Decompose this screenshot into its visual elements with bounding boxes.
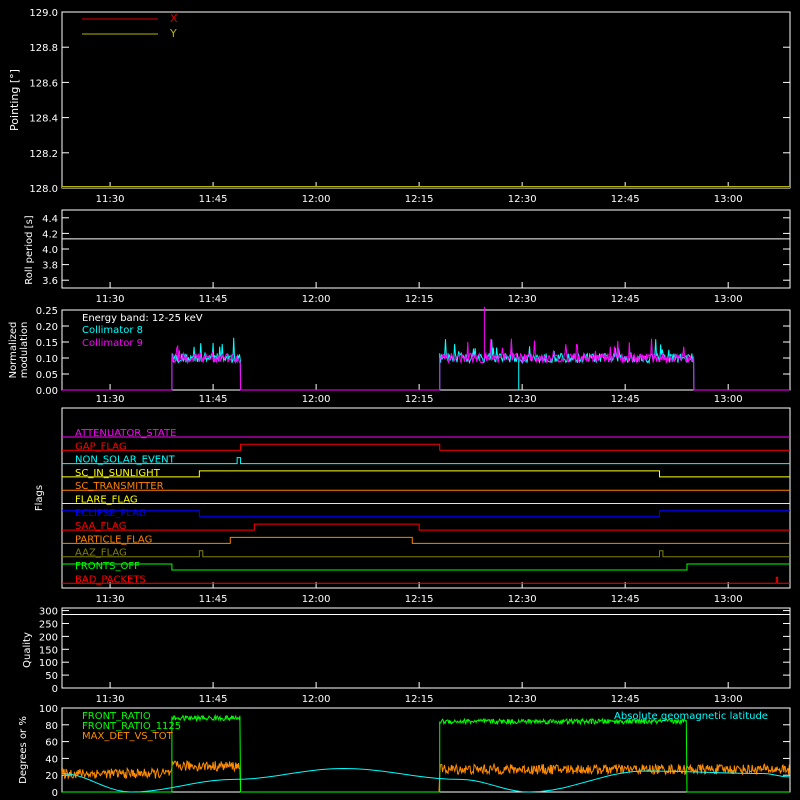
legend-x-label: X <box>170 12 178 25</box>
ytick-label: 128.4 <box>29 114 58 125</box>
xtick-label: 11:30 <box>96 194 125 205</box>
xtick-label: 12:45 <box>611 694 640 705</box>
ytick-label: 60 <box>45 738 58 749</box>
energy-band-annotation: Energy band: 12-25 keV <box>82 313 203 324</box>
ytick-label: 4.4 <box>42 214 58 225</box>
xtick-label: 12:45 <box>611 194 640 205</box>
xtick-label: 11:45 <box>199 194 228 205</box>
xtick-label: 11:30 <box>96 694 125 705</box>
xtick-label: 13:00 <box>714 394 743 405</box>
quality-ylabel: Quality <box>22 632 33 668</box>
legend-y-label: Y <box>169 27 177 40</box>
xtick-label: 13:00 <box>714 594 743 605</box>
ytick-label: 0 <box>52 684 58 695</box>
pointing-series <box>62 186 790 188</box>
xtick-label: 12:30 <box>508 694 537 705</box>
modulation-ylabel-2: modulation <box>19 322 30 379</box>
ytick-label: 128.8 <box>29 43 58 54</box>
xtick-label: 12:00 <box>302 694 331 705</box>
xtick-label: 12:15 <box>405 294 434 305</box>
xtick-label: 12:45 <box>611 294 640 305</box>
ytick-label: 0.00 <box>36 386 58 397</box>
xtick-label: 13:00 <box>714 294 743 305</box>
legend-collimator8: Collimator 8 <box>82 325 143 336</box>
ytick-label: 0.05 <box>36 370 58 381</box>
xtick-label: 12:30 <box>508 394 537 405</box>
ytick-label: 0.15 <box>36 338 58 349</box>
xtick-label: 12:45 <box>611 594 640 605</box>
ytick-label: 250 <box>39 619 58 630</box>
legend-geomag-lat: Absolute geomagnetic latitude <box>614 711 768 722</box>
ytick-label: 128.0 <box>29 184 58 195</box>
ytick-label: 80 <box>45 721 58 732</box>
xtick-label: 12:15 <box>405 194 434 205</box>
flag-label: ECLIPSE_FLAG <box>75 508 146 519</box>
ytick-label: 50 <box>45 671 58 682</box>
ytick-label: 0 <box>52 788 58 799</box>
ytick-label: 0.25 <box>36 306 58 317</box>
ytick-label: 129.0 <box>29 8 58 19</box>
ytick-label: 3.6 <box>42 276 58 287</box>
xtick-label: 12:00 <box>302 594 331 605</box>
xtick-label: 12:30 <box>508 594 537 605</box>
roll-ylabel: Roll period [s] <box>24 215 35 284</box>
xtick-label: 12:15 <box>405 594 434 605</box>
xtick-label: 11:45 <box>199 294 228 305</box>
figure: Pointing [°] 128.0 128.2 128.4 128.6 128.8 12… <box>0 0 800 800</box>
ytick-label: 100 <box>39 658 58 669</box>
xtick-label: 12:45 <box>611 394 640 405</box>
xtick-label: 12:00 <box>302 294 331 305</box>
ytick-label: 128.2 <box>29 149 58 160</box>
ytick-label: 100 <box>39 704 58 715</box>
xtick-label: 13:00 <box>714 694 743 705</box>
xtick-label: 12:30 <box>508 194 537 205</box>
ytick-label: 300 <box>39 607 58 618</box>
ytick-label: 200 <box>39 632 58 643</box>
ytick-label: 20 <box>45 771 58 782</box>
xtick-label: 12:00 <box>302 194 331 205</box>
flags-ylabel: Flags <box>34 485 45 511</box>
legend-collimator9: Collimator 9 <box>82 338 143 349</box>
ytick-label: 40 <box>45 754 58 765</box>
legend-max-det: MAX_DET_VS_TOT <box>82 731 174 742</box>
xtick-label: 11:45 <box>199 394 228 405</box>
xtick-label: 11:30 <box>96 394 125 405</box>
xtick-label: 13:00 <box>714 194 743 205</box>
ytick-label: 150 <box>39 645 58 656</box>
ytick-label: 4.2 <box>42 229 58 240</box>
xtick-label: 11:45 <box>199 694 228 705</box>
ytick-label: 3.8 <box>42 261 58 272</box>
modulation-ylabel-1: Normalized <box>8 322 19 379</box>
xtick-label: 12:15 <box>405 694 434 705</box>
ytick-label: 0.20 <box>36 322 58 333</box>
pointing-ylabel: Pointing [°] <box>8 69 21 131</box>
ytick-label: 128.6 <box>29 78 58 89</box>
xtick-label: 11:30 <box>96 594 125 605</box>
flag-label: FRONTS_OFF <box>75 561 140 572</box>
xtick-label: 12:15 <box>405 394 434 405</box>
xtick-label: 12:00 <box>302 394 331 405</box>
degrees-ylabel: Degrees or % <box>18 716 29 784</box>
xtick-label: 12:30 <box>508 294 537 305</box>
ytick-label: 0.10 <box>36 354 58 365</box>
ytick-label: 4.0 <box>42 245 58 256</box>
xtick-label: 11:45 <box>199 594 228 605</box>
xtick-label: 11:30 <box>96 294 125 305</box>
